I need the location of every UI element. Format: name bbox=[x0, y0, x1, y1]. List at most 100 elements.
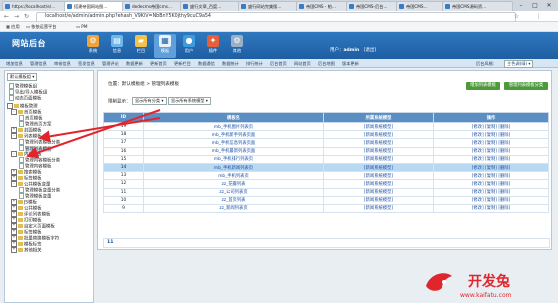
cell-model[interactable]: [新闻系统模型] bbox=[323, 179, 434, 189]
manage-template-class-button[interactable]: 管理列表模板分类 bbox=[504, 82, 548, 90]
col-model: 所属系统模型 bbox=[323, 112, 434, 123]
cell-model[interactable]: [新闻系统模型] bbox=[323, 171, 434, 181]
favicon-icon bbox=[445, 4, 450, 9]
subnav-item[interactable]: 管理信息 bbox=[30, 59, 47, 68]
gear-icon: ⚙ bbox=[87, 35, 99, 47]
add-list-template-button[interactable]: 增加列表模板 bbox=[466, 82, 500, 90]
nav-user[interactable]: ● 用户 bbox=[178, 34, 200, 58]
logout-link[interactable]: [退出] bbox=[364, 48, 377, 53]
cell-name[interactable]: mb_手机图片列表页 bbox=[143, 121, 324, 132]
bookmarks-bar: ▦ 应用 ▭ 依依运营平台 ▭ PM bbox=[0, 22, 558, 32]
table-row[interactable]: 19 mb_手机图片列表页 [新闻系统模型] [修改] [复制] [删除] bbox=[103, 121, 549, 132]
nav-plugin[interactable]: ✦ 插件 bbox=[202, 34, 224, 58]
close-icon[interactable]: ✕ bbox=[542, 0, 556, 11]
cell-ops[interactable]: [修改] [复制] [删除] bbox=[433, 121, 549, 132]
bookmark-item[interactable]: ▭ 依依运营平台 bbox=[26, 22, 56, 32]
cell-name[interactable]: mb_手机最新列表页面 bbox=[143, 146, 324, 156]
table-row[interactable]: 16 mb_手机最新列表页面 [新闻系统模型] [修改] [复制] [删除] bbox=[103, 146, 549, 156]
table-row-highlighted[interactable]: 14 mb_手机新闻列表页 [新闻系统模型] [修改] [复制] [删除] bbox=[103, 162, 549, 173]
bookmark-item[interactable]: ▭ PM bbox=[76, 22, 87, 32]
table-row[interactable]: 17 mb_手机信息列表页面 [新闻系统模型] [修改] [复制] [删除] bbox=[103, 138, 549, 148]
table-row[interactable]: 11 zz_公司列表页 [新闻系统模型] [修改] [复制] [删除] bbox=[103, 187, 549, 197]
nav-info[interactable]: ▤ 信息 bbox=[106, 34, 128, 58]
cell-name[interactable]: mb_手机新手列表页面 bbox=[143, 130, 324, 140]
subnav-item[interactable]: 后台地图 bbox=[318, 59, 335, 68]
nav-system[interactable]: ⚙ 系统 bbox=[82, 34, 104, 58]
cell-model[interactable]: [新闻系统模型] bbox=[323, 187, 434, 197]
table-row[interactable]: 12 zz_花瓣列表 [新闻系统模型] [修改] [复制] [删除] bbox=[103, 179, 549, 189]
cell-model[interactable]: [新闻系统模型] bbox=[323, 121, 434, 132]
gear-icon: ⚙ bbox=[231, 35, 243, 47]
maximize-icon[interactable]: □ bbox=[528, 0, 542, 11]
reload-icon[interactable]: ↻ bbox=[22, 12, 31, 21]
nav-template[interactable]: ▦ 模板 bbox=[154, 34, 176, 58]
subnav-item[interactable]: 管理评论 bbox=[102, 59, 119, 68]
subnav-item[interactable]: 更新栏目 bbox=[174, 59, 191, 68]
cell-name[interactable]: zz_公司列表页 bbox=[143, 187, 324, 197]
bookmark-item[interactable]: ▦ 应用 bbox=[6, 22, 20, 32]
cell-ops[interactable]: [修改] [复制] [删除] bbox=[433, 146, 549, 156]
cell-ops[interactable]: [修改] [复制] [删除] bbox=[433, 162, 549, 173]
subnav-item[interactable]: 数据通信 bbox=[198, 59, 215, 68]
star-icon[interactable]: ☆ bbox=[512, 12, 521, 21]
model-select[interactable]: 显示所有系统模型 ▾ bbox=[167, 97, 211, 105]
bg-style-select[interactable]: 主色调(绿) ▾ bbox=[504, 60, 534, 68]
minimize-icon[interactable]: – bbox=[514, 0, 528, 11]
cell-model[interactable]: [新闻系统模型] bbox=[323, 203, 434, 214]
subnav-item[interactable]: 签发信息 bbox=[78, 59, 95, 68]
browser-tab-strip: https://localhost/e/... 搭建帝国网站图... dedec… bbox=[0, 0, 558, 12]
subnav-item[interactable]: 更新首页 bbox=[150, 59, 167, 68]
cell-model[interactable]: [新闻系统模型] bbox=[323, 146, 434, 156]
subnav-item[interactable]: 数据统计 bbox=[222, 59, 239, 68]
cell-name[interactable]: mb_手机排行列表页 bbox=[143, 154, 324, 164]
subnav-item[interactable]: 审核信息 bbox=[54, 59, 71, 68]
nav-column[interactable]: ▰ 栏目 bbox=[130, 34, 152, 58]
class-select[interactable]: 显示所有分类 ▾ bbox=[131, 97, 167, 105]
sidebar-folder[interactable]: + 其他相关 bbox=[11, 247, 42, 255]
cell-model[interactable]: [新闻系统模型] bbox=[323, 162, 434, 173]
favicon-icon bbox=[299, 4, 304, 9]
cell-name[interactable]: zz_首页列表 bbox=[143, 195, 324, 205]
table-row[interactable]: 13 mb_手机列表页 [新闻系统模型] [修改] [复制] [删除] bbox=[103, 171, 549, 181]
subnav-item[interactable]: 增加信息 bbox=[6, 59, 23, 68]
table-row[interactable]: 9 zz_新闻列表页 [新闻系统模型] [修改] [复制] [删除] bbox=[103, 203, 549, 214]
cell-name[interactable]: mb_手机列表页 bbox=[143, 171, 324, 181]
table-row[interactable]: 10 zz_首页列表 [新闻系统模型] [修改] [复制] [删除] bbox=[103, 195, 549, 205]
table-row[interactable]: 18 mb_手机新手列表页面 [新闻系统模型] [修改] [复制] [删除] bbox=[103, 130, 549, 140]
filter-row: 限制显示： 显示所有分类 ▾ 显示所有系统模型 ▾ bbox=[108, 97, 211, 105]
subnav-item[interactable]: 版本更新 bbox=[342, 59, 359, 68]
menu-icon[interactable]: ⋮ bbox=[534, 12, 543, 21]
sidebar-tree: 默认模板组 ▾ 管理模板组 导出/导入模板组 动态页面模板 - 模板管理 - 首页模… bbox=[4, 70, 94, 303]
cell-ops[interactable]: [修改] [复制] [删除] bbox=[433, 179, 549, 189]
back-icon[interactable]: ← bbox=[2, 12, 11, 21]
cell-id: 11 bbox=[103, 187, 144, 197]
cell-model[interactable]: [新闻系统模型] bbox=[323, 154, 434, 164]
cell-id: 14 bbox=[103, 162, 144, 173]
nav-other[interactable]: ⚙ 其他 bbox=[226, 34, 248, 58]
cell-ops[interactable]: [修改] [复制] [删除] bbox=[433, 187, 549, 197]
username: admin bbox=[343, 48, 360, 53]
subnav-item[interactable]: 排行统计 bbox=[246, 59, 263, 68]
subnav-item[interactable]: 网站首页 bbox=[294, 59, 311, 68]
subnav-item[interactable]: 后台首页 bbox=[270, 59, 287, 68]
cell-name[interactable]: mb_手机新闻列表页 bbox=[143, 162, 324, 173]
col-ops: 操作 bbox=[433, 112, 549, 123]
sidebar-group-select[interactable]: 默认模板组 ▾ bbox=[7, 73, 38, 82]
cell-ops[interactable]: [修改] [复制] [删除] bbox=[433, 154, 549, 164]
cell-model[interactable]: [新闻系统模型] bbox=[323, 195, 434, 205]
table-row[interactable]: 15 mb_手机排行列表页 [新闻系统模型] [修改] [复制] [删除] bbox=[103, 154, 549, 164]
cell-name[interactable]: zz_新闻列表页 bbox=[143, 203, 324, 214]
sub-nav: 增加信息 管理信息 审核信息 签发信息 管理评论 数据更新 更新首页 更新栏目 … bbox=[0, 59, 558, 68]
cell-ops[interactable]: [修改] [复制] [删除] bbox=[433, 138, 549, 148]
forward-icon[interactable]: → bbox=[12, 12, 21, 21]
subnav-item[interactable]: 数据更新 bbox=[126, 59, 143, 68]
cell-ops[interactable]: [修改] [复制] [删除] bbox=[433, 171, 549, 181]
cell-model[interactable]: [新闻系统模型] bbox=[323, 138, 434, 148]
cell-ops[interactable]: [修改] [复制] [删除] bbox=[433, 195, 549, 205]
cell-ops[interactable]: [修改] [复制] [删除] bbox=[433, 130, 549, 140]
cell-ops[interactable]: [修改] [复制] [删除] bbox=[433, 203, 549, 214]
cell-name[interactable]: mb_手机信息列表页面 bbox=[143, 138, 324, 148]
cell-name[interactable]: zz_花瓣列表 bbox=[143, 179, 324, 189]
cell-model[interactable]: [新闻系统模型] bbox=[323, 130, 434, 140]
sidebar-item[interactable]: 动态页面模板 bbox=[9, 95, 41, 103]
